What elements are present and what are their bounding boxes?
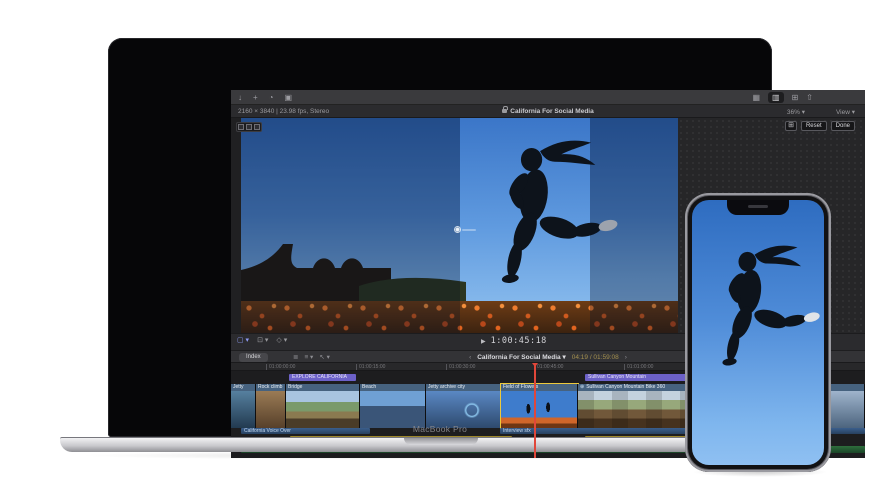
crop-drag-handle[interactable] <box>454 226 478 234</box>
share-icon[interactable]: ⇧ <box>806 93 813 102</box>
video-clip[interactable]: Bridge <box>286 384 360 428</box>
ruler-tick: 01:00:30:00 <box>446 364 475 370</box>
inspector-toggle-icon[interactable]: ▥ <box>768 92 784 103</box>
macbook-screen-bezel: ↓ + ◔ ▣ ▦ ▥ ⊞ ⇧ 2160 × 3840 | 23.98 fps,… <box>108 38 772 437</box>
next-project-icon[interactable]: › <box>625 353 627 362</box>
macbook-brand-label: MacBook Pro <box>108 424 772 434</box>
toolbar-left-group: ↓ + ◔ ▣ <box>238 90 292 105</box>
title-clip[interactable]: EXPLORE CALIFORNIA <box>289 374 356 381</box>
viewer-view-dropdown[interactable]: View ▾ <box>836 108 855 116</box>
crop-handle-dot[interactable] <box>454 226 461 233</box>
distort-popup-icon[interactable]: ◇ ▾ <box>276 336 287 344</box>
video-clip[interactable]: Beach <box>360 384 426 428</box>
iphone <box>685 193 831 472</box>
spherical-icon: ⊕ <box>580 384 584 391</box>
playhead[interactable] <box>534 363 536 458</box>
transport-group: ▶ 1:00:45:18 <box>481 336 547 346</box>
import-media-icon[interactable]: ↓ <box>238 93 242 102</box>
crop-dim-right <box>590 118 678 333</box>
project-duration: 04:19 / 01:59:08 <box>572 353 619 362</box>
done-button[interactable]: Done <box>831 121 855 131</box>
video-clip[interactable]: Jetty archive city <box>426 384 501 428</box>
timecode-display[interactable]: 1:00:45:18 <box>491 336 547 346</box>
lock-icon <box>502 109 507 113</box>
transform-popup-icon[interactable]: ▢ ▾ <box>237 336 249 344</box>
video-clip[interactable]: Rock climb <box>256 384 286 428</box>
frame-navigation-icon[interactable] <box>236 122 262 132</box>
media-browser-icon[interactable]: ▣ <box>285 93 293 102</box>
ruler-tick: 01:00:00:00 <box>266 364 295 370</box>
app-toolbar: ↓ + ◔ ▣ ▦ ▥ ⊞ ⇧ <box>231 90 865 105</box>
ruler-tick: 01:00:15:00 <box>356 364 385 370</box>
keyword-editor-icon[interactable]: + <box>253 93 258 102</box>
project-title: California For Social Media <box>231 108 865 115</box>
browser-toggle-icon[interactable]: ▦ <box>752 93 760 102</box>
video-clip[interactable]: Jetty <box>231 384 256 428</box>
prev-project-icon[interactable]: ‹ <box>469 353 471 362</box>
reset-button[interactable]: Reset <box>801 121 827 131</box>
viewer-info-bar: 2160 × 3840 | 23.98 fps, Stereo Californ… <box>231 105 865 118</box>
title-clip[interactable]: Sullivan Canyon Mountain <box>585 374 686 381</box>
macbook-lid-notch <box>404 438 478 445</box>
crop-actions: ⊞ Reset Done <box>785 121 855 131</box>
crop-handle-line <box>462 229 476 231</box>
toolbar-right-group: ▦ ▥ ⊞ ⇧ <box>752 90 813 105</box>
ruler-tick: 01:00:45:00 <box>534 364 563 370</box>
iphone-notch-icon <box>727 200 789 215</box>
hero-scene: ↓ + ◔ ▣ ▦ ▥ ⊞ ⇧ 2160 × 3840 | 23.98 fps,… <box>0 0 875 490</box>
viewer-tools-group: ▢ ▾ ⊡ ▾ ◇ ▾ <box>237 336 287 344</box>
video-clip-360[interactable]: ⊕Sullivan Canyon Mountain Bike 360 <box>578 384 696 428</box>
background-tasks-icon[interactable]: ◔ <box>269 93 274 102</box>
play-icon[interactable]: ▶ <box>481 338 486 345</box>
timeline-toggle-icon[interactable]: ⊞ <box>792 93 799 102</box>
viewer-zoom-dropdown[interactable]: 36% ▾ <box>787 108 805 116</box>
video-clip-selected[interactable]: Field of Flowers <box>501 384 578 428</box>
iphone-speaker-icon <box>748 205 768 208</box>
ruler-tick: 01:01:00:00 <box>624 364 653 370</box>
crop-mode-icon[interactable]: ⊞ <box>785 121 797 131</box>
crop-popup-icon[interactable]: ⊡ ▾ <box>257 336 268 344</box>
jumping-person-phone <box>692 234 824 386</box>
crop-dim-left <box>241 118 460 333</box>
iphone-screen <box>692 200 824 465</box>
video-frame <box>241 118 678 333</box>
timeline-project-title[interactable]: California For Social Media ▾ <box>477 353 566 362</box>
